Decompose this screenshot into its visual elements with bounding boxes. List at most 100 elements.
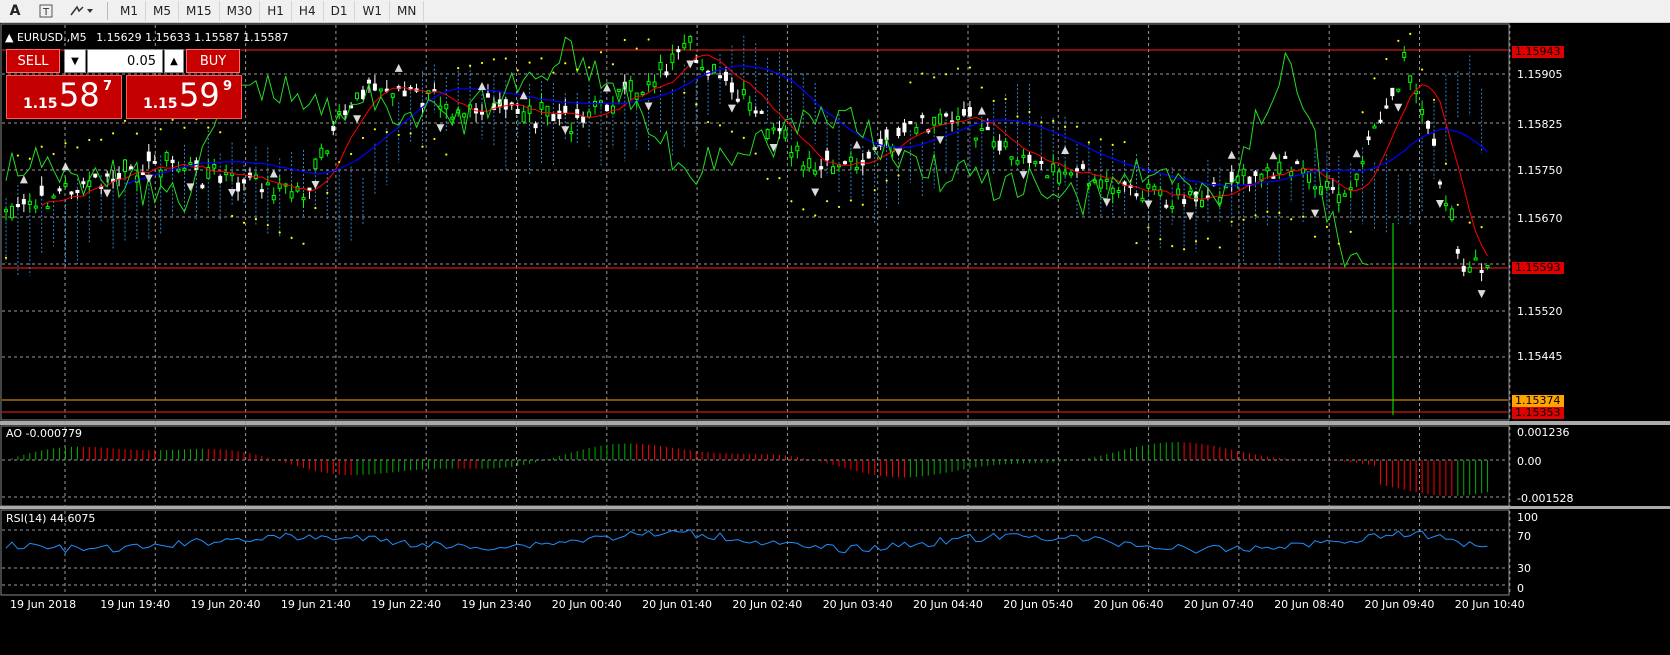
- buy-button[interactable]: BUY: [186, 49, 240, 73]
- candle-body: [462, 113, 467, 118]
- fractal-arrow-icon: [852, 140, 861, 149]
- fractal-arrow-icon: [1144, 200, 1153, 209]
- timeframe-m30-button[interactable]: M30: [220, 1, 261, 21]
- candle-body: [1164, 204, 1169, 208]
- rsi-indicator-label: RSI(14) 44.6075: [6, 512, 96, 525]
- timeframe-m1-button[interactable]: M1: [113, 1, 146, 21]
- parabolic-sar-dot: [516, 69, 519, 72]
- candle-body: [117, 172, 122, 180]
- parabolic-sar-dot: [266, 223, 269, 227]
- candle-body: [9, 205, 14, 219]
- candle-body: [1116, 190, 1121, 194]
- candle-body: [390, 93, 395, 98]
- candle-body: [1075, 168, 1079, 172]
- candle-body: [747, 102, 752, 111]
- sell-button[interactable]: SELL: [6, 49, 60, 73]
- candle-body: [1473, 257, 1478, 261]
- candle-body: [1277, 161, 1282, 175]
- time-axis-label: 19 Jun 21:40: [280, 598, 351, 611]
- price-axis-label: 1.15445: [1517, 350, 1563, 363]
- sell-price-button[interactable]: 1.15 58 7: [6, 75, 122, 119]
- candle-body: [361, 89, 365, 100]
- parabolic-sar-dot: [778, 177, 781, 180]
- parabolic-sar-dot: [159, 128, 162, 131]
- parabolic-sar-dot: [457, 67, 460, 70]
- fractal-arrow-icon: [103, 189, 112, 198]
- candle-body: [664, 71, 669, 76]
- fractal-arrow-icon: [1269, 151, 1278, 160]
- candle-body: [801, 165, 806, 171]
- timeframe-mn-button[interactable]: MN: [390, 1, 425, 21]
- time-axis-label: 20 Jun 02:40: [732, 598, 803, 611]
- fractal-arrow-icon: [644, 102, 653, 111]
- parabolic-sar-dot: [1183, 248, 1186, 251]
- candle-body: [985, 126, 990, 131]
- symbol-name: EURUSD.,M5: [16, 31, 87, 44]
- timeframe-m15-button[interactable]: M15: [179, 1, 220, 21]
- chart-canvas[interactable]: [0, 23, 1670, 655]
- candle-body: [825, 150, 830, 161]
- buy-price-button[interactable]: 1.15 59 9: [126, 75, 242, 119]
- rsi-line: [5, 528, 1488, 554]
- candle-body: [325, 150, 330, 154]
- toolbar-divider: [107, 2, 108, 20]
- timeframe-h1-button[interactable]: H1: [260, 1, 292, 21]
- text-tool-button[interactable]: A: [0, 1, 30, 21]
- parabolic-sar-dot: [409, 132, 412, 135]
- candle-body: [932, 116, 937, 126]
- fractal-arrow-icon: [61, 162, 70, 171]
- parabolic-sar-dot: [1373, 77, 1376, 80]
- parabolic-sar-dot: [1254, 214, 1257, 217]
- timeframe-h4-button[interactable]: H4: [292, 1, 324, 21]
- candle-body: [176, 168, 181, 172]
- collapse-triangle-icon[interactable]: ▲: [5, 31, 13, 44]
- parabolic-sar-dot: [433, 137, 436, 141]
- fractal-arrow-icon: [602, 83, 611, 92]
- candle-body: [753, 110, 758, 114]
- candle-body: [343, 110, 348, 116]
- candle-body: [75, 189, 80, 194]
- lot-size-input[interactable]: [87, 49, 163, 73]
- candle-body: [545, 105, 550, 117]
- timeframe-w1-button[interactable]: W1: [355, 1, 390, 21]
- candle-body: [1015, 160, 1020, 165]
- text-label-tool-icon[interactable]: T: [30, 1, 62, 21]
- time-axis-label: 19 Jun 20:40: [190, 598, 261, 611]
- parabolic-sar-dot: [1064, 125, 1067, 129]
- parabolic-sar-dot: [492, 58, 495, 61]
- parabolic-sar-dot: [326, 191, 329, 195]
- parabolic-sar-dot: [1421, 68, 1424, 71]
- parabolic-sar-dot: [1052, 119, 1055, 123]
- candle-body: [1265, 167, 1270, 172]
- candle-body: [1199, 199, 1204, 207]
- candle-body: [1360, 161, 1365, 165]
- parabolic-sar-dot: [112, 132, 115, 135]
- candle-body: [515, 108, 520, 114]
- ao-indicator-label: AO -0.000779: [6, 427, 82, 440]
- parabolic-sar-dot: [278, 231, 281, 234]
- timeframe-d1-button[interactable]: D1: [324, 1, 356, 21]
- parabolic-sar-dot: [707, 120, 710, 124]
- candle-body: [277, 183, 282, 189]
- parabolic-sar-dot: [945, 73, 948, 76]
- ohlc-values: 1.15629 1.15633 1.15587 1.15587: [96, 31, 289, 44]
- fractal-arrow-icon: [561, 126, 570, 135]
- fractal-arrow-icon: [894, 148, 903, 157]
- lot-decrease-icon[interactable]: ▼: [64, 49, 86, 73]
- candle-body: [1467, 266, 1472, 273]
- candle-body: [688, 36, 693, 43]
- parabolic-sar-dot: [1242, 218, 1245, 221]
- arrows-tool-icon[interactable]: [62, 1, 102, 21]
- lot-increase-icon[interactable]: ▲: [164, 49, 184, 73]
- chart-toolbar: A T M1 M5 M15 M30 H1 H4 D1 W1 MN: [0, 0, 1670, 23]
- price-axis-label: 1.15520: [1517, 305, 1563, 318]
- time-axis-label: 20 Jun 00:40: [551, 598, 622, 611]
- chart-area[interactable]: [0, 23, 1670, 655]
- candle-body: [123, 159, 127, 173]
- timeframe-m5-button[interactable]: M5: [146, 1, 179, 21]
- parabolic-sar-dot: [88, 138, 91, 142]
- time-axis-label: 20 Jun 05:40: [1003, 598, 1074, 611]
- parabolic-sar-dot: [1266, 210, 1269, 213]
- parabolic-sar-dot: [1194, 240, 1198, 243]
- candle-body: [1039, 160, 1044, 164]
